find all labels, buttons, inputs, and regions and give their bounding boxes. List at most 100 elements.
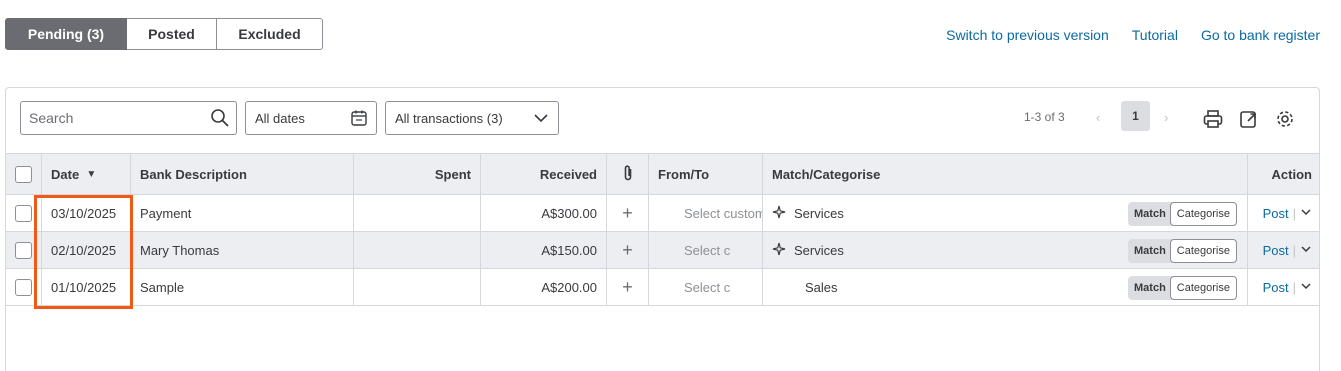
chevron-down-icon[interactable]: [1300, 243, 1312, 258]
transactions-panel: All dates All transactions (3) 1-3 of 3 …: [5, 87, 1320, 371]
row-action: Post |: [1248, 269, 1321, 305]
category-value: Services: [794, 205, 844, 221]
prev-page-button[interactable]: ‹: [1096, 110, 1100, 125]
transaction-filter-label: All transactions (3): [395, 110, 503, 126]
action-group: Post |: [1263, 280, 1312, 295]
print-icon[interactable]: [1202, 108, 1224, 133]
date-highlight-box: [34, 195, 133, 309]
action-column-header: Action: [1271, 166, 1312, 182]
row-attach-cell: +: [607, 269, 649, 305]
description-column-header: Bank Description: [131, 154, 354, 194]
match-column-header: Match/Categorise: [763, 154, 1248, 194]
received-column-header: Received: [481, 154, 607, 194]
match-categorise-toggle: Match Categorise: [1128, 239, 1237, 263]
date-column-header[interactable]: Date ▼: [42, 154, 131, 194]
row-description: Mary Thomas: [131, 232, 354, 268]
attachment-column-header: [607, 154, 649, 194]
gear-icon[interactable]: [1274, 108, 1296, 133]
category-value: Services: [794, 242, 844, 258]
select-customer-placeholder: Select c: [684, 279, 731, 295]
row-from-to[interactable]: Select c: [649, 269, 763, 305]
row-received: A$200.00: [481, 269, 607, 305]
select-customer-placeholder: Select c: [684, 242, 731, 258]
search-input[interactable]: [29, 110, 199, 126]
chevron-down-icon[interactable]: [1300, 280, 1312, 295]
chevron-down-icon[interactable]: [1300, 206, 1312, 221]
row-checkbox[interactable]: [15, 278, 32, 296]
categorise-button[interactable]: Categorise: [1169, 276, 1237, 300]
match-categorise-toggle: Match Categorise: [1128, 276, 1237, 300]
sparkle-icon: [772, 205, 786, 222]
action-group: Post |: [1263, 243, 1312, 258]
post-button[interactable]: Post: [1263, 280, 1289, 295]
table-tools: [1202, 108, 1296, 133]
row-checkbox[interactable]: [15, 204, 32, 222]
row-match: Sales Match Categorise: [763, 269, 1248, 305]
top-links: Switch to previous version Tutorial Go t…: [946, 27, 1320, 43]
toolbar: All dates All transactions (3) 1-3 of 3 …: [6, 88, 1319, 153]
action-separator: |: [1292, 279, 1296, 295]
table-row[interactable]: 01/10/2025 Sample A$200.00 + Select c Sa…: [6, 269, 1319, 306]
add-attachment-icon[interactable]: +: [622, 240, 633, 261]
row-attach-cell: +: [607, 232, 649, 268]
row-from-to[interactable]: Select c: [649, 232, 763, 268]
table-row[interactable]: 03/10/2025 Payment A$300.00 + Select cus…: [6, 195, 1319, 232]
category-label-group: Services: [772, 205, 844, 222]
row-spent: [354, 269, 481, 305]
from-to-column-header: From/To: [649, 154, 763, 194]
row-attach-cell: +: [607, 195, 649, 231]
action-separator: |: [1292, 242, 1296, 258]
match-button[interactable]: Match: [1128, 208, 1170, 220]
row-match: Services Match Categorise: [763, 195, 1248, 231]
select-all-checkbox[interactable]: [15, 165, 32, 183]
sparkle-icon: [772, 242, 786, 259]
row-action: Post |: [1248, 195, 1321, 231]
date-filter-label: All dates: [255, 110, 305, 126]
row-match: Services Match Categorise: [763, 232, 1248, 268]
post-button[interactable]: Post: [1263, 206, 1289, 221]
category-label-group: Services: [772, 242, 844, 259]
post-button[interactable]: Post: [1263, 243, 1289, 258]
date-filter-select[interactable]: All dates: [245, 101, 377, 135]
paperclip-icon: [622, 164, 634, 185]
tutorial-link[interactable]: Tutorial: [1132, 27, 1178, 43]
match-button[interactable]: Match: [1128, 282, 1170, 294]
sort-down-icon: ▼: [86, 168, 97, 180]
tab-excluded[interactable]: Excluded: [217, 18, 323, 50]
page-range: 1-3 of 3: [1024, 110, 1065, 124]
row-received: A$300.00: [481, 195, 607, 231]
add-attachment-icon[interactable]: +: [622, 277, 633, 298]
select-all-cell: [6, 154, 42, 194]
row-from-to[interactable]: Select customer: [649, 195, 763, 231]
search-icon[interactable]: [210, 108, 230, 131]
table-header: Date ▼ Bank Description Spent Received F…: [6, 153, 1319, 195]
match-button[interactable]: Match: [1128, 245, 1170, 257]
category-value: Sales: [805, 279, 838, 295]
categorise-button[interactable]: Categorise: [1169, 202, 1237, 226]
row-checkbox[interactable]: [15, 241, 32, 259]
action-group: Post |: [1263, 206, 1312, 221]
row-action: Post |: [1248, 232, 1321, 268]
bank-register-link[interactable]: Go to bank register: [1201, 27, 1320, 43]
row-spent: [354, 195, 481, 231]
pagination: 1-3 of 3 ‹ 1 ›: [1024, 101, 1168, 133]
add-attachment-icon[interactable]: +: [622, 203, 633, 224]
page-number-button[interactable]: 1: [1121, 101, 1150, 131]
switch-version-link[interactable]: Switch to previous version: [946, 27, 1109, 43]
action-separator: |: [1292, 205, 1296, 221]
table-row[interactable]: 02/10/2025 Mary Thomas A$150.00 + Select…: [6, 232, 1319, 269]
row-received: A$150.00: [481, 232, 607, 268]
chevron-down-icon: [532, 109, 550, 130]
next-page-button[interactable]: ›: [1164, 110, 1168, 125]
tab-pending[interactable]: Pending (3): [5, 18, 127, 50]
export-icon[interactable]: [1238, 108, 1260, 133]
search-box: [20, 101, 237, 135]
calendar-icon: [350, 109, 368, 130]
spent-column-header: Spent: [354, 154, 481, 194]
category-label-group: Sales: [772, 280, 838, 295]
transaction-filter-select[interactable]: All transactions (3): [385, 101, 559, 135]
tab-posted[interactable]: Posted: [127, 18, 217, 50]
row-spent: [354, 232, 481, 268]
categorise-button[interactable]: Categorise: [1169, 239, 1237, 263]
select-customer-placeholder: Select customer: [684, 205, 762, 221]
